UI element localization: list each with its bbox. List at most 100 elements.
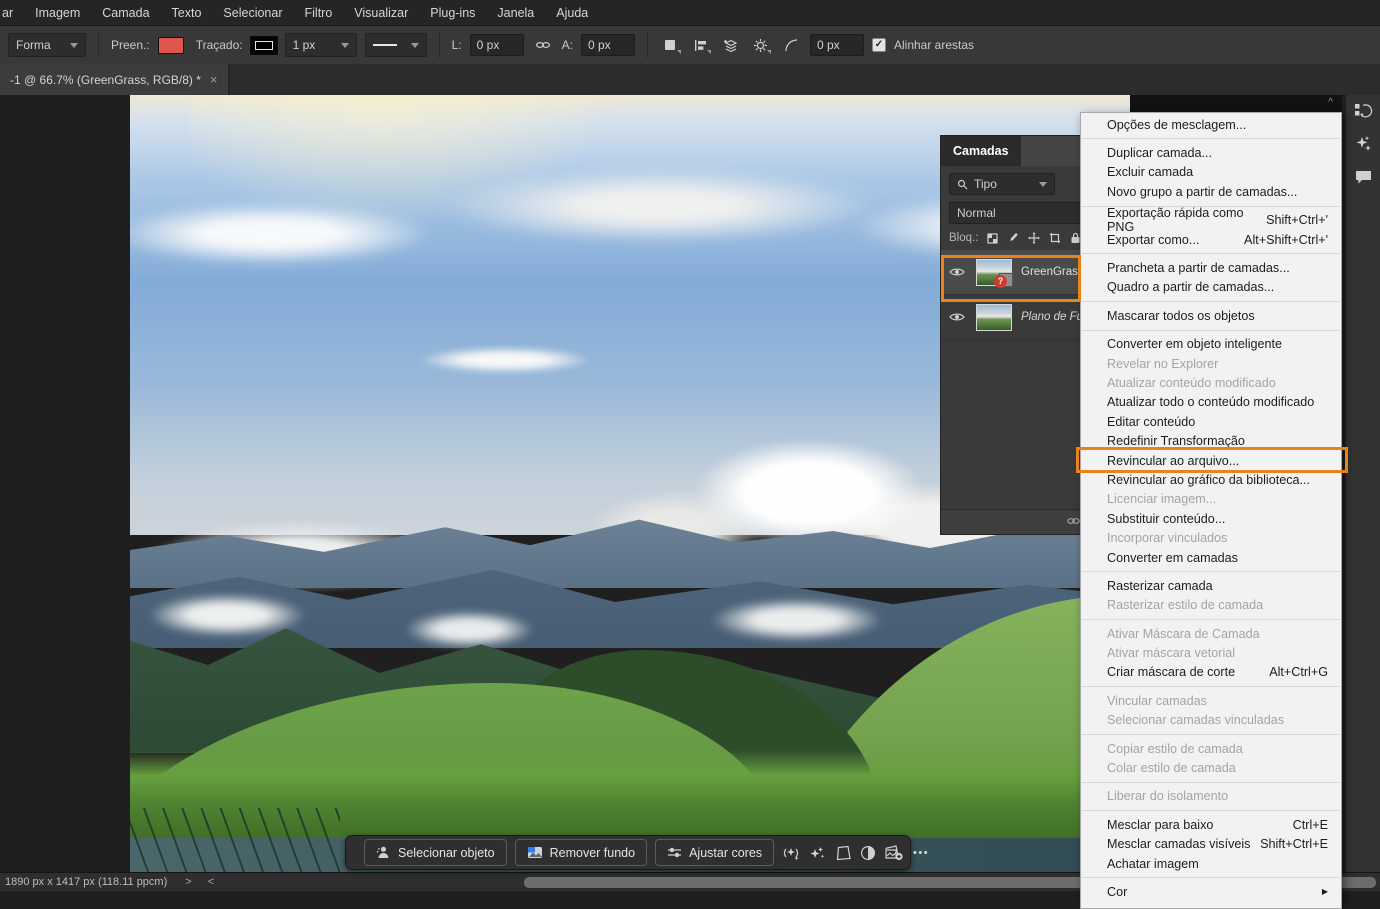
context-menu-item-redefinir-transformacao[interactable]: Redefinir Transformação (1081, 431, 1341, 450)
context-menu-item-label: Redefinir Transformação (1107, 434, 1245, 448)
menubar-item-ajuda[interactable]: Ajuda (545, 6, 599, 20)
context-menu-item-label: Excluir camada (1107, 165, 1193, 179)
menubar-item-camada[interactable]: Camada (91, 6, 160, 20)
context-menu-item-mesclar-para-baixo[interactable]: Mesclar para baixoCtrl+E (1081, 815, 1341, 834)
corner-radius-input[interactable]: 0 px (810, 34, 864, 56)
comments-icon[interactable] (1351, 165, 1375, 189)
layer-visibility-eye-icon[interactable] (947, 312, 967, 322)
lock-transparency-icon[interactable] (987, 233, 998, 244)
corner-radius-value: 0 px (817, 38, 840, 52)
lock-pixels-brush-icon[interactable] (1007, 232, 1019, 244)
menubar-item-filtro[interactable]: Filtro (294, 6, 344, 20)
link-dimensions-icon[interactable] (532, 35, 554, 55)
context-menu-item-label: Rasterizar estilo de camada (1107, 598, 1263, 612)
context-menu-item-label: Copiar estilo de camada (1107, 742, 1243, 756)
person-icon (376, 845, 391, 860)
close-icon[interactable]: × (210, 72, 218, 87)
menubar-item-visualizar[interactable]: Visualizar (343, 6, 419, 20)
context-menu-item-vincular-camadas: Vincular camadas (1081, 691, 1341, 710)
height-input[interactable]: 0 px (581, 34, 635, 56)
document-tab-title: -1 @ 66.7% (GreenGrass, RGB/8) * (10, 73, 201, 87)
adjustments-sparkle-icon[interactable] (1351, 132, 1375, 156)
width-input[interactable]: 0 px (470, 34, 524, 56)
stroke-color-swatch[interactable] (251, 37, 277, 54)
height-label: A: (562, 38, 573, 52)
context-menu-item-copiar-estilo-de-camada: Copiar estilo de camada (1081, 739, 1341, 758)
context-menu-item-revincular-ao-arquivo[interactable]: Revincular ao arquivo... (1081, 451, 1341, 470)
collapse-chevron-icon[interactable]: ^ (1328, 97, 1333, 108)
fill-color-swatch[interactable] (158, 37, 184, 54)
link-layers-icon[interactable] (1066, 515, 1081, 527)
transform-distort-icon[interactable] (834, 841, 852, 865)
context-menu-item-incorporar-vinculados: Incorporar vinculados (1081, 528, 1341, 547)
menu-separator (1082, 301, 1340, 302)
context-menu-item-novo-grupo-a-partir-de-camadas[interactable]: Novo grupo a partir de camadas... (1081, 182, 1341, 201)
path-alignment-icon[interactable] (690, 35, 712, 55)
menubar-item-janela[interactable]: Janela (486, 6, 545, 20)
layer-visibility-eye-icon[interactable] (947, 267, 967, 277)
context-menu-item-prancheta-a-partir-de-camadas[interactable]: Prancheta a partir de camadas... (1081, 258, 1341, 277)
menubar: arImagemCamadaTextoSelecionarFiltroVisua… (0, 0, 1380, 25)
width-label: L: (452, 38, 462, 52)
tool-mode-select[interactable]: Forma (8, 33, 86, 57)
align-edges-checkbox[interactable]: ✓ (872, 38, 886, 52)
layer-thumbnail[interactable]: ? (976, 259, 1012, 286)
context-menu-item-substituir-conteudo[interactable]: Substituir conteúdo... (1081, 509, 1341, 528)
menubar-item-selecionar[interactable]: Selecionar (212, 6, 293, 20)
path-arrangement-icon[interactable] (720, 35, 742, 55)
sparkle-wand-icon[interactable] (808, 841, 826, 865)
menubar-item-imagem[interactable]: Imagem (24, 6, 91, 20)
context-menu-item-revincular-ao-grafico-da-biblioteca[interactable]: Revincular ao gráfico da biblioteca... (1081, 470, 1341, 489)
status-collapse-icon[interactable]: < (208, 876, 214, 888)
context-menu-item-exportar-como[interactable]: Exportar como...Alt+Shift+Ctrl+' (1081, 230, 1341, 249)
adjust-colors-button[interactable]: Ajustar cores (655, 839, 774, 866)
add-image-icon[interactable] (884, 841, 903, 865)
context-menu-item-excluir-camada[interactable]: Excluir camada (1081, 163, 1341, 182)
context-menu-item-label: Revincular ao gráfico da biblioteca... (1107, 473, 1310, 487)
context-menu-item-criar-mascara-de-corte[interactable]: Criar máscara de corteAlt+Ctrl+G (1081, 663, 1341, 682)
status-expand-icon[interactable]: > (185, 876, 191, 888)
context-menu-item-mesclar-camadas-visiveis[interactable]: Mesclar camadas visíveisShift+Ctrl+E (1081, 835, 1341, 854)
context-menu-item-converter-em-objeto-inteligente[interactable]: Converter em objeto inteligente (1081, 335, 1341, 354)
history-icon[interactable] (1351, 99, 1375, 123)
document-tab[interactable]: -1 @ 66.7% (GreenGrass, RGB/8) * × (0, 64, 229, 95)
remove-background-button[interactable]: Remover fundo (515, 839, 647, 866)
menubar-item-plug-ins[interactable]: Plug-ins (419, 6, 486, 20)
context-menu-item-converter-em-camadas[interactable]: Converter em camadas (1081, 548, 1341, 567)
layer-thumbnail[interactable] (976, 304, 1012, 331)
lock-position-move-icon[interactable] (1028, 232, 1040, 244)
more-options-icon[interactable]: ••• (911, 847, 929, 859)
menu-separator (1082, 877, 1340, 878)
context-menu-item-opcoes-de-mesclagem[interactable]: Opções de mesclagem... (1081, 115, 1341, 134)
photo-grass-silhouette (130, 808, 340, 872)
context-menu-item-exportacao-rapida-como-png[interactable]: Exportação rápida como PNGShift+Ctrl+' (1081, 211, 1341, 230)
tab-layers[interactable]: Camadas (941, 136, 1021, 166)
menubar-item-ar[interactable]: ar (0, 6, 24, 20)
generative-icon[interactable] (782, 841, 800, 865)
context-menu-item-shortcut: Alt+Shift+Ctrl+' (1244, 233, 1328, 247)
context-menu-item-quadro-a-partir-de-camadas[interactable]: Quadro a partir de camadas... (1081, 278, 1341, 297)
context-menu-item-achatar-imagem[interactable]: Achatar imagem (1081, 854, 1341, 873)
context-menu-item-rasterizar-camada[interactable]: Rasterizar camada (1081, 576, 1341, 595)
stroke-width-select[interactable]: 1 px (285, 33, 357, 57)
lock-artboard-icon[interactable] (1049, 232, 1061, 244)
menu-separator (1082, 782, 1340, 783)
layer-filter-select[interactable]: Tipo (949, 173, 1055, 195)
layer-context-menu: Opções de mesclagem... Duplicar camada...… (1080, 112, 1342, 909)
context-menu-item-editar-conteudo[interactable]: Editar conteúdo (1081, 412, 1341, 431)
divider (98, 32, 99, 58)
context-menu-item-duplicar-camada[interactable]: Duplicar camada... (1081, 143, 1341, 162)
context-menu-item-mascarar-todos-os-objetos[interactable]: Mascarar todos os objetos (1081, 306, 1341, 325)
contrast-icon[interactable] (860, 841, 876, 865)
context-menu-item-atualizar-todo-o-conteudo-modificado[interactable]: Atualizar todo o conteúdo modificado (1081, 393, 1341, 412)
gear-icon[interactable] (750, 35, 772, 55)
stroke-style-select[interactable] (365, 33, 427, 57)
path-operations-icon[interactable] (660, 35, 682, 55)
select-subject-button[interactable]: Selecionar objeto (364, 839, 507, 866)
context-menu-item-revelar-no-explorer: Revelar no Explorer (1081, 354, 1341, 373)
menubar-item-texto[interactable]: Texto (161, 6, 213, 20)
context-menu-item-cor[interactable]: Cor▶ (1081, 882, 1341, 901)
context-menu-item-label: Editar conteúdo (1107, 415, 1195, 429)
align-edges-label: Alinhar arestas (894, 38, 974, 52)
menu-separator (1082, 686, 1340, 687)
